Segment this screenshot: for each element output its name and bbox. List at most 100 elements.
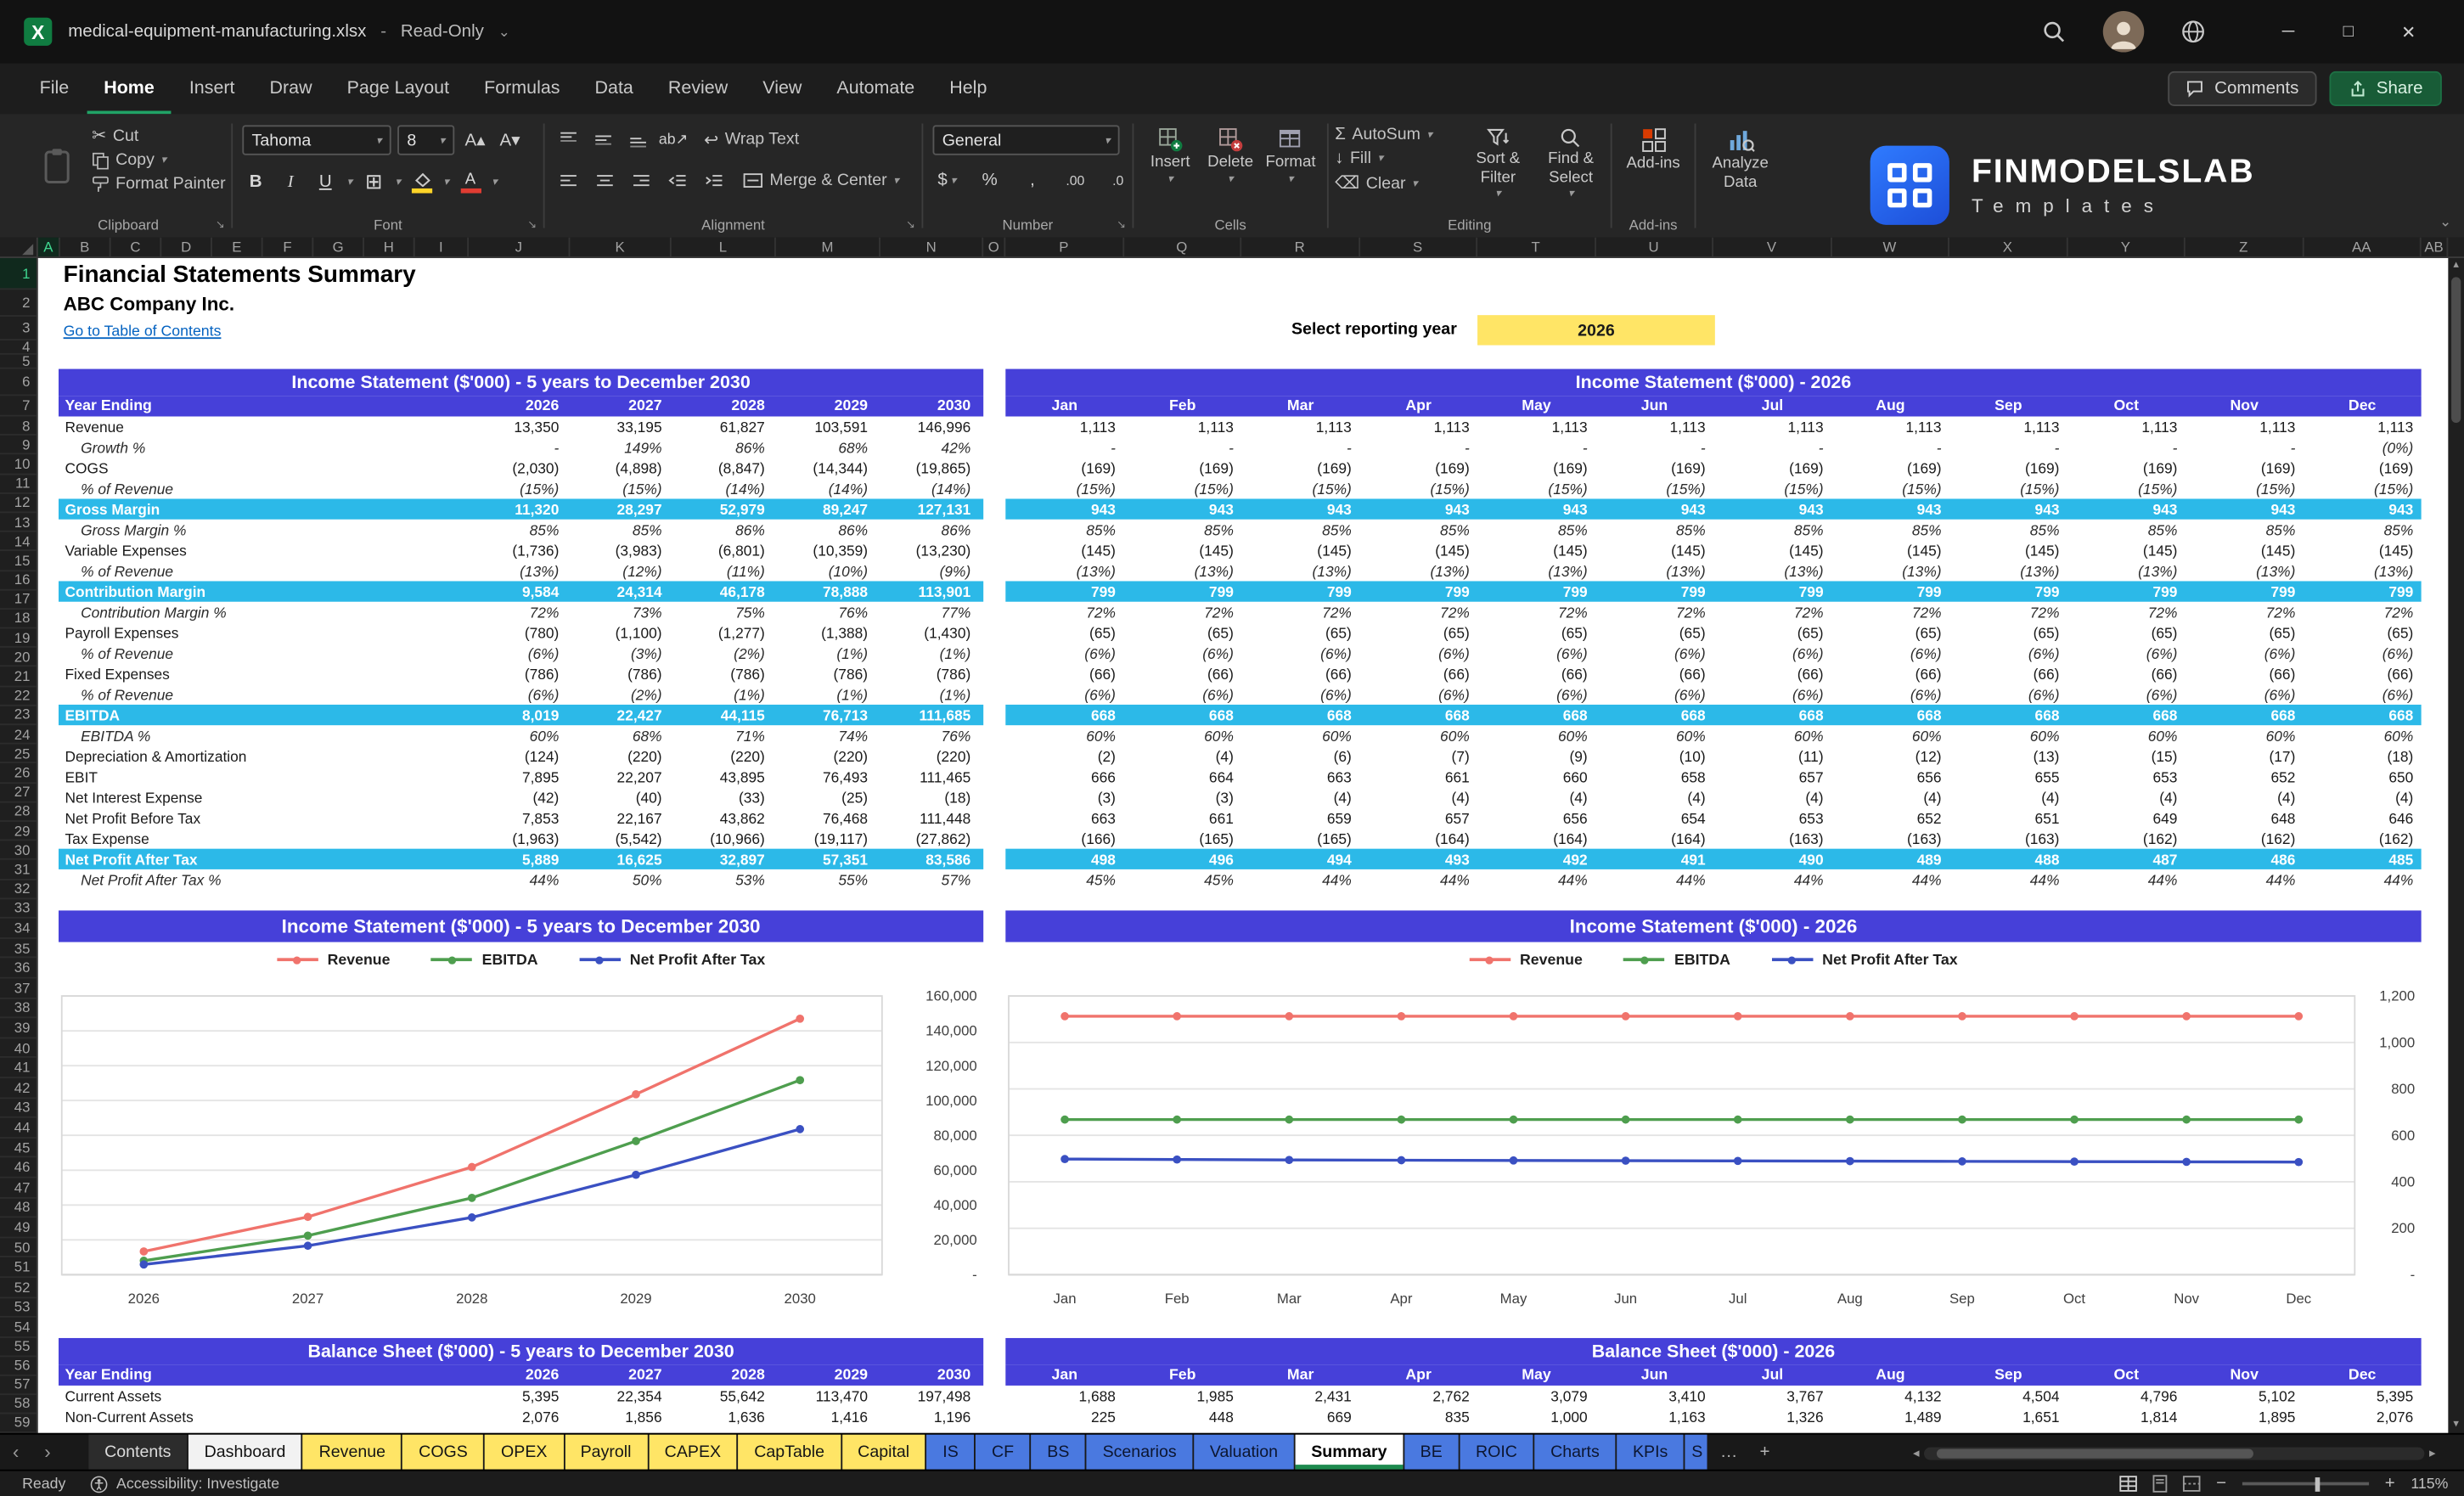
column-header-s[interactable]: S	[1359, 237, 1478, 257]
data-cell[interactable]: 111,685	[880, 707, 983, 723]
data-cell[interactable]: (1%)	[880, 686, 983, 702]
data-cell[interactable]: 646	[2304, 810, 2422, 826]
data-cell[interactable]: (145)	[1831, 543, 1949, 559]
data-cell[interactable]: (5,542)	[571, 830, 674, 846]
data-cell[interactable]: (13%)	[1005, 563, 1123, 579]
data-cell[interactable]: (6%)	[1359, 645, 1477, 661]
data-cell[interactable]: (1%)	[778, 686, 880, 702]
user-avatar[interactable]	[2102, 11, 2145, 53]
row-header-29[interactable]: 29	[0, 822, 37, 841]
header-cell[interactable]: 2027	[571, 397, 674, 415]
data-cell[interactable]: 72%	[2186, 605, 2304, 621]
column-header-g[interactable]: G	[313, 237, 364, 257]
data-cell[interactable]: 799	[1123, 583, 1241, 599]
data-cell[interactable]: 799	[1359, 583, 1477, 599]
data-cell[interactable]: 666	[1005, 768, 1123, 785]
header-cell[interactable]: Dec	[2304, 397, 2422, 415]
horizontal-scrollbar[interactable]: ◂ ▸	[1913, 1446, 2435, 1460]
data-cell[interactable]: (124)	[469, 748, 571, 764]
row-header-14[interactable]: 14	[0, 532, 37, 552]
row-label[interactable]: EBITDA %	[59, 728, 469, 744]
data-cell[interactable]: 2,431	[1241, 1388, 1359, 1404]
data-cell[interactable]: 71%	[675, 728, 778, 744]
data-cell[interactable]: 799	[1595, 583, 1713, 599]
data-cell[interactable]: 492	[1477, 851, 1595, 867]
data-cell[interactable]: 113,901	[880, 583, 983, 599]
data-cell[interactable]: 943	[2304, 501, 2422, 517]
header-cell[interactable]: Aug	[1831, 397, 1949, 415]
decrease-font-button[interactable]: A▾	[496, 126, 525, 155]
row-header-54[interactable]: 54	[0, 1318, 37, 1338]
data-cell[interactable]: (6%)	[1005, 686, 1123, 702]
column-header-h[interactable]: H	[364, 237, 415, 257]
data-cell[interactable]: (18)	[880, 790, 983, 806]
data-cell[interactable]: 649	[2067, 810, 2186, 826]
data-cell[interactable]: 668	[1359, 707, 1477, 723]
data-cell[interactable]: 85%	[1713, 522, 1831, 538]
increase-font-button[interactable]: A▴	[461, 126, 490, 155]
menu-data[interactable]: Data	[577, 64, 650, 115]
header-cell[interactable]: 2027	[571, 1367, 674, 1385]
data-cell[interactable]: (162)	[2186, 830, 2304, 846]
menu-insert[interactable]: Insert	[172, 64, 252, 115]
row-label[interactable]: % of Revenue	[59, 645, 469, 661]
table-of-contents-link[interactable]: Go to Table of Contents	[64, 323, 222, 340]
row-header-47[interactable]: 47	[0, 1178, 37, 1199]
data-cell[interactable]: 53%	[675, 872, 778, 888]
data-cell[interactable]: -	[1477, 440, 1595, 456]
data-cell[interactable]: (169)	[2186, 460, 2304, 476]
data-cell[interactable]: (12%)	[571, 563, 674, 579]
data-cell[interactable]: 4,132	[1831, 1388, 1949, 1404]
data-cell[interactable]: (145)	[1477, 543, 1595, 559]
column-header-w[interactable]: W	[1831, 237, 1949, 257]
autosum-button[interactable]: Σ AutoSum ▾	[1335, 125, 1432, 143]
clipboard-dialog-launcher[interactable]: ↘	[216, 218, 225, 231]
data-cell[interactable]: (9%)	[880, 563, 983, 579]
data-cell[interactable]: 4,796	[2067, 1388, 2186, 1404]
data-cell[interactable]: 60%	[2304, 728, 2422, 744]
column-header-p[interactable]: P	[1005, 237, 1124, 257]
data-cell[interactable]: (145)	[1005, 543, 1123, 559]
data-cell[interactable]: 496	[1123, 851, 1241, 867]
row-header-35[interactable]: 35	[0, 939, 37, 959]
row-header-15[interactable]: 15	[0, 552, 37, 571]
data-cell[interactable]: (10)	[1595, 748, 1713, 764]
data-cell[interactable]: 661	[1359, 768, 1477, 785]
comma-style-button[interactable]: ,	[1018, 166, 1047, 195]
data-cell[interactable]: 85%	[571, 522, 674, 538]
data-cell[interactable]: 103,591	[778, 419, 880, 435]
data-cell[interactable]: 1,326	[1713, 1409, 1831, 1425]
data-cell[interactable]: (169)	[1241, 460, 1359, 476]
data-cell[interactable]: 1,113	[1359, 419, 1477, 435]
percent-button[interactable]: %	[976, 166, 1004, 195]
data-cell[interactable]: (65)	[1831, 625, 1949, 641]
data-cell[interactable]: (9)	[1477, 748, 1595, 764]
data-cell[interactable]: 650	[2304, 768, 2422, 785]
menu-home[interactable]: Home	[86, 64, 172, 115]
data-cell[interactable]: 44%	[2304, 872, 2422, 888]
header-cell[interactable]: Sep	[1949, 397, 2067, 415]
data-cell[interactable]: 72%	[1477, 605, 1595, 621]
data-cell[interactable]: 668	[1713, 707, 1831, 723]
align-center-icon[interactable]	[591, 166, 620, 195]
zoom-out-button[interactable]: −	[2216, 1474, 2226, 1493]
sheet-tab-contents[interactable]: Contents	[88, 1434, 188, 1470]
scroll-down-icon[interactable]: ▾	[2453, 1417, 2459, 1430]
data-cell[interactable]: -	[1005, 440, 1123, 456]
data-cell[interactable]: 127,131	[880, 501, 983, 517]
row-label[interactable]: Depreciation & Amortization	[59, 748, 469, 764]
data-cell[interactable]: (6%)	[2067, 645, 2186, 661]
header-cell[interactable]: 2030	[880, 1367, 983, 1385]
data-cell[interactable]: (786)	[571, 666, 674, 682]
worksheet-grid[interactable]: Financial Statements Summary ABC Company…	[37, 258, 2449, 1433]
data-cell[interactable]: 86%	[778, 522, 880, 538]
row-header-53[interactable]: 53	[0, 1298, 37, 1319]
data-cell[interactable]: 669	[1241, 1409, 1359, 1425]
data-cell[interactable]: 74%	[778, 728, 880, 744]
data-cell[interactable]: (15%)	[469, 481, 571, 497]
wrap-text-button[interactable]: ↩ Wrap Text	[704, 129, 799, 149]
data-cell[interactable]: (4)	[1359, 790, 1477, 806]
data-cell[interactable]: 943	[2186, 501, 2304, 517]
data-cell[interactable]: 491	[1595, 851, 1713, 867]
header-cell[interactable]: Dec	[2304, 1367, 2422, 1385]
